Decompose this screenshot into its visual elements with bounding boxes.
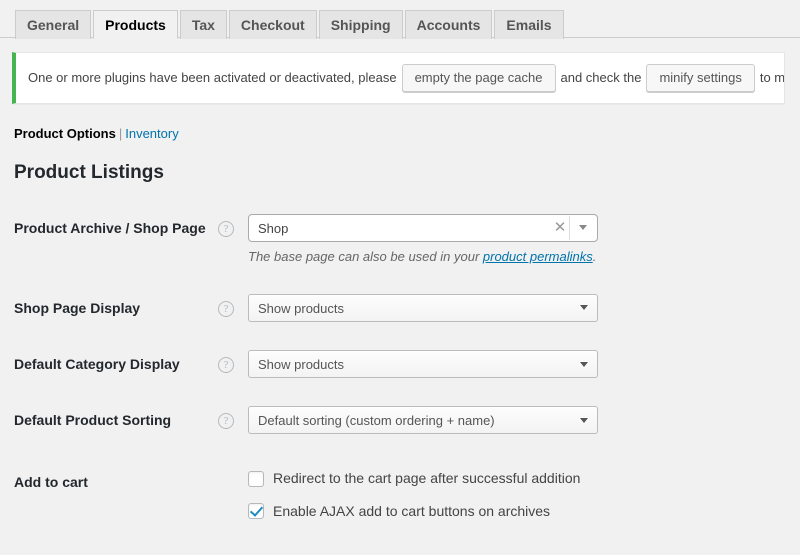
- page-title: Product Listings: [14, 162, 164, 183]
- row-product-archive: Product Archive / Shop Page ? Shop ✕ The…: [0, 200, 800, 280]
- tab-checkout[interactable]: Checkout: [228, 10, 317, 39]
- enable-ajax-add-to-cart-label[interactable]: Enable AJAX add to cart buttons on archi…: [273, 502, 550, 520]
- default-product-sorting-selected-value: Default sorting (custom ordering + name): [258, 413, 495, 429]
- tab-accounts[interactable]: Accounts: [404, 10, 493, 39]
- question-mark-circle-icon[interactable]: ?: [218, 300, 234, 317]
- field-shop-page-display: Show products: [248, 280, 800, 336]
- tab-emails[interactable]: Emails: [494, 10, 564, 39]
- default-product-sorting-label-text: Default Product Sorting: [14, 412, 172, 429]
- product-archive-selected-value: Shop: [258, 220, 289, 236]
- chevron-down-icon[interactable]: [571, 295, 597, 321]
- question-mark-circle-icon[interactable]: ?: [218, 413, 234, 430]
- redirect-to-cart-checkbox[interactable]: [248, 470, 264, 487]
- field-default-product-sorting: Default sorting (custom ordering + name): [248, 392, 800, 448]
- notice-message: One or more plugins have been activated …: [28, 63, 785, 93]
- product-listings-settings-table: Product Archive / Shop Page ? Shop ✕ The…: [0, 200, 800, 534]
- shop-page-display-select[interactable]: Show products: [248, 293, 598, 322]
- add-to-cart-label-text: Add to cart: [14, 474, 88, 491]
- plugin-activation-notice: One or more plugins have been activated …: [12, 52, 785, 104]
- subnav-separator: |: [118, 126, 123, 141]
- row-shop-page-display: Shop Page Display ? Show products: [0, 280, 800, 336]
- section-subnav: Product Options | Inventory: [14, 126, 800, 141]
- field-default-category-display: Show products: [248, 336, 800, 392]
- label-add-to-cart: Add to cart: [0, 448, 248, 533]
- checkbox-row-ajax: Enable AJAX add to cart buttons on archi…: [248, 502, 790, 520]
- chevron-down-icon[interactable]: [571, 407, 597, 433]
- notice-text-after: to ma: [759, 70, 785, 86]
- product-permalinks-link[interactable]: product permalinks: [483, 249, 593, 264]
- question-mark-circle-icon[interactable]: ?: [218, 357, 234, 374]
- row-default-product-sorting: Default Product Sorting ? Default sortin…: [0, 392, 800, 448]
- clear-x-icon[interactable]: ✕: [551, 218, 569, 238]
- chevron-down-icon[interactable]: [569, 215, 596, 240]
- label-shop-page-display: Shop Page Display ?: [0, 280, 248, 336]
- minify-settings-button[interactable]: minify settings: [646, 63, 755, 93]
- default-category-display-selected-value: Show products: [258, 357, 344, 373]
- row-default-category-display: Default Category Display ? Show products: [0, 336, 800, 392]
- enable-ajax-add-to-cart-checkbox[interactable]: [248, 502, 264, 519]
- chevron-down-icon[interactable]: [571, 351, 597, 377]
- subnav-product-options[interactable]: Product Options: [14, 126, 116, 141]
- label-default-product-sorting: Default Product Sorting ?: [0, 392, 248, 448]
- default-product-sorting-select[interactable]: Default sorting (custom ordering + name): [248, 406, 598, 435]
- description-text-after: .: [592, 248, 597, 264]
- settings-tab-bar: General Products Tax Checkout Shipping Accoun…: [0, 0, 800, 39]
- tab-tax[interactable]: Tax: [179, 10, 227, 39]
- description-text-before: The base page can also be used in your: [248, 248, 483, 264]
- product-archive-description: The base page can also be used in your p…: [248, 248, 790, 266]
- default-category-display-label-text: Default Category Display: [14, 356, 180, 373]
- tab-general[interactable]: General: [15, 10, 92, 39]
- question-mark-circle-icon[interactable]: ?: [218, 220, 234, 237]
- subnav-inventory[interactable]: Inventory: [125, 126, 178, 141]
- tab-products[interactable]: Products: [93, 10, 178, 39]
- row-add-to-cart: Add to cart Redirect to the cart page af…: [0, 448, 800, 533]
- tab-shipping[interactable]: Shipping: [318, 10, 403, 39]
- product-archive-label-text: Product Archive / Shop Page: [14, 219, 206, 236]
- notice-text-before: One or more plugins have been activated …: [28, 70, 397, 86]
- shop-page-display-label-text: Shop Page Display: [14, 299, 141, 316]
- field-product-archive: Shop ✕ The base page can also be used in…: [248, 200, 800, 280]
- default-category-display-select[interactable]: Show products: [248, 350, 598, 379]
- product-archive-select[interactable]: Shop ✕: [248, 213, 598, 242]
- field-add-to-cart: Redirect to the cart page after successf…: [248, 448, 800, 533]
- shop-page-display-selected-value: Show products: [258, 300, 344, 316]
- empty-page-cache-button[interactable]: empty the page cache: [401, 63, 556, 93]
- label-product-archive: Product Archive / Shop Page ?: [0, 200, 248, 280]
- notice-text-middle: and check the: [560, 70, 642, 86]
- checkbox-row-redirect: Redirect to the cart page after successf…: [248, 469, 790, 487]
- label-default-category-display: Default Category Display ?: [0, 336, 248, 392]
- redirect-to-cart-label[interactable]: Redirect to the cart page after successf…: [273, 469, 580, 487]
